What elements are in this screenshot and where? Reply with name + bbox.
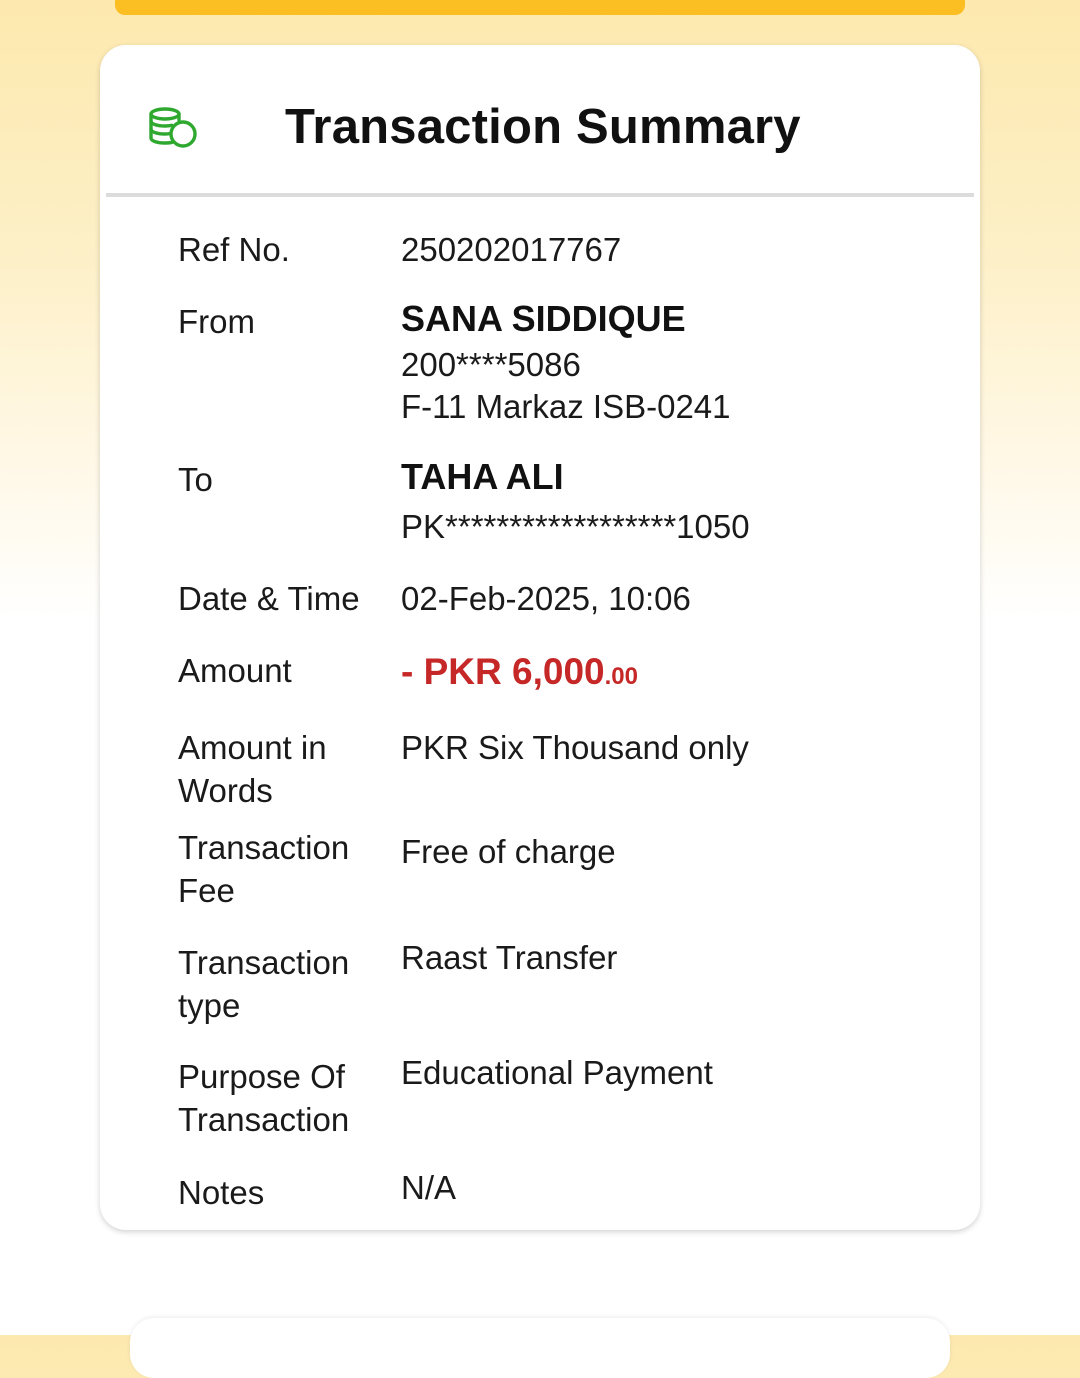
amount-words-value: PKR Six Thousand only [401,729,749,766]
coins-icon [149,107,197,148]
transaction-summary-card: Transaction Summary Ref No. 250202017767… [100,45,980,1230]
purpose-label-line2: Transaction [178,1101,350,1138]
amount-value: - PKR 6,000.00 [401,650,638,699]
to-label: To [178,461,213,498]
notes-label: Notes [178,1174,265,1211]
fee-value: Free of charge [401,833,616,870]
type-label-line2: type [178,987,241,1024]
from-account: 200****5086 [401,346,581,383]
amount-sign: - [401,651,424,692]
from-label: From [178,303,255,340]
purpose-value: Educational Payment [401,1054,713,1091]
card-header: Transaction Summary [100,45,980,197]
top-banner-strip [115,0,965,15]
purpose-label-line1: Purpose Of [178,1058,345,1095]
type-label-line1: Transaction [178,944,350,981]
notes-value: N/A [401,1169,457,1206]
fee-label-line1: Transaction [178,829,350,866]
amount-words-label-line2: Words [178,772,273,809]
to-name: TAHA ALI [401,456,564,497]
to-account: PK******************1050 [401,508,750,545]
next-card-edge [130,1318,950,1378]
amount-words-label-line1: Amount in [178,729,327,766]
header-divider [106,193,974,197]
type-value: Raast Transfer [401,939,618,976]
amount-label: Amount [178,652,292,689]
amount-main: PKR 6,000 [423,651,605,692]
ref-no-label: Ref No. [178,231,290,268]
card-title: Transaction Summary [285,100,801,154]
from-branch: F-11 Markaz ISB-0241 [401,388,731,425]
fee-label-line2: Fee [178,872,235,909]
from-name: SANA SIDDIQUE [401,298,686,339]
date-time-label: Date & Time [178,580,360,617]
amount-cents: .00 [604,663,638,690]
ref-no-value: 250202017767 [401,231,622,268]
date-time-value: 02-Feb-2025, 10:06 [401,580,691,617]
